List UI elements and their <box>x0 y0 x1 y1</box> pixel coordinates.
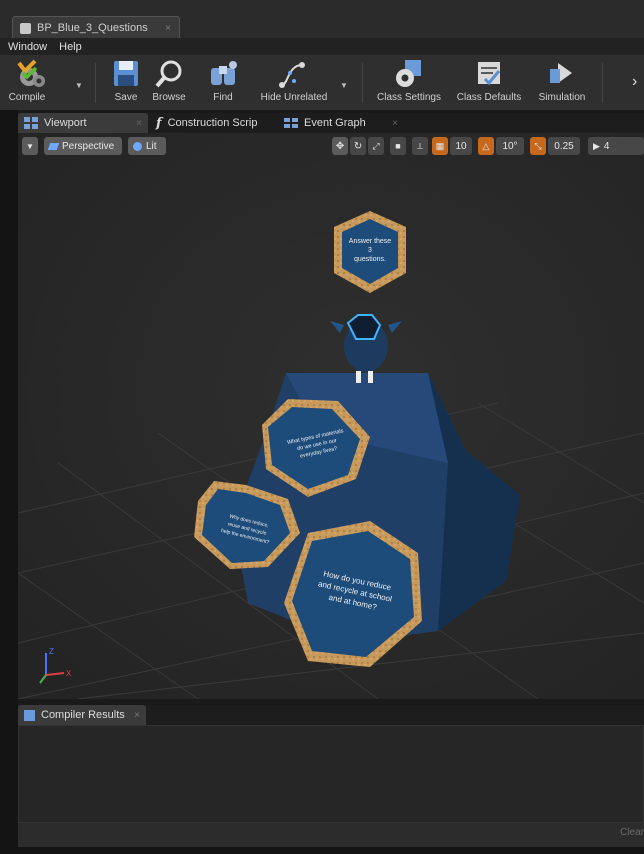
window-bottom-border <box>0 847 644 854</box>
tab-viewport[interactable]: Viewport × <box>18 113 148 133</box>
scale-mode-button[interactable]: ⤢ <box>368 137 384 155</box>
save-button[interactable]: Save <box>108 59 144 109</box>
coordinate-space-button[interactable]: ■ <box>390 137 406 155</box>
close-tab-icon[interactable]: × <box>392 118 398 129</box>
camera-speed-value: 4 <box>603 140 610 152</box>
grid-snap-toggle[interactable]: ▦ <box>432 137 448 155</box>
lit-sphere-icon <box>133 141 142 151</box>
sign-top-line: Answer these <box>348 238 392 245</box>
blueprint-toolbar: Compile ▼ Save Browse Find Hide Unrelate… <box>0 55 644 111</box>
toolbar-separator <box>602 63 603 103</box>
save-label: Save <box>114 92 138 103</box>
blueprint-icon <box>20 22 31 34</box>
lit-label: Lit <box>146 140 157 152</box>
viewport-icon <box>24 117 38 129</box>
grid-icon: ▦ <box>435 140 445 151</box>
axis-z-label: Z <box>49 647 54 656</box>
class-defaults-label: Class Defaults <box>456 92 522 103</box>
perspective-label: Perspective <box>62 140 115 152</box>
menu-bar: Window Help <box>0 38 644 55</box>
compile-icon <box>17 59 45 87</box>
move-icon: ✥ <box>335 140 345 152</box>
hide-unrelated-dropdown[interactable]: ▼ <box>340 81 348 90</box>
toolbar-separator <box>362 63 363 103</box>
angle-icon: △ <box>482 140 490 151</box>
viewport-options-dropdown[interactable]: ▼ <box>22 137 38 155</box>
save-icon <box>114 61 138 86</box>
class-settings-label: Class Settings <box>377 92 441 103</box>
perspective-button[interactable]: Perspective <box>44 137 122 155</box>
hide-unrelated-button[interactable]: Hide Unrelated <box>256 59 332 109</box>
axis-x-label: X <box>66 669 72 678</box>
tab-event-graph-label: Event Graph <box>304 117 366 129</box>
class-defaults-icon <box>478 62 501 86</box>
scale-snap-icon: ⤡ <box>534 140 542 151</box>
compiler-results-icon <box>24 709 35 721</box>
toolbar-overflow-icon[interactable]: › <box>632 73 637 91</box>
perspective-icon <box>47 142 60 150</box>
simulation-label: Simulation <box>538 92 586 103</box>
blueprint-document-tab[interactable]: BP_Blue_3_Questions × <box>12 16 180 39</box>
sign-top-text: Answer these 3 questions. <box>344 237 396 264</box>
grid-size-dropdown[interactable]: 10 <box>450 137 472 155</box>
find-label: Find <box>213 92 233 103</box>
lit-button[interactable]: Lit <box>128 137 166 155</box>
compiler-results-footer: Clear <box>18 823 644 847</box>
compiler-results-label: Compiler Results <box>41 709 125 721</box>
close-tab-icon[interactable]: × <box>136 118 142 129</box>
close-tab-icon[interactable]: × <box>165 23 171 34</box>
sign-top-line: 3 <box>368 247 372 254</box>
compile-label: Compile <box>8 92 46 103</box>
blueprint-tab-title: BP_Blue_3_Questions <box>37 22 148 34</box>
menu-help[interactable]: Help <box>59 41 82 53</box>
compile-options-dropdown[interactable]: ▼ <box>75 81 83 90</box>
class-settings-gear-icon <box>396 60 421 87</box>
rotation-snap-toggle[interactable]: △ <box>478 137 494 155</box>
browse-button[interactable]: Browse <box>148 59 190 109</box>
viewport-toolbar: ▼ Perspective Lit ✥ ↻ ⤢ ■ ⟂ ▦ 10 △ 10° ⤡… <box>18 137 644 157</box>
camera-speed-button[interactable]: ▶ 4 <box>588 137 644 155</box>
simulation-button[interactable]: Simulation <box>534 59 590 109</box>
class-defaults-button[interactable]: Class Defaults <box>454 59 524 109</box>
translate-mode-button[interactable]: ✥ <box>332 137 348 155</box>
tab-event-graph[interactable]: Event Graph × <box>280 113 404 133</box>
close-tab-icon[interactable]: × <box>134 710 140 721</box>
compile-button[interactable]: Compile <box>6 59 58 109</box>
sign-top-line: questions. <box>354 256 386 263</box>
viewport-3d[interactable]: Answer these 3 questions. What types of … <box>18 133 644 699</box>
browse-magnifier-icon <box>155 60 182 88</box>
rotate-mode-button[interactable]: ↻ <box>350 137 366 155</box>
browse-label: Browse <box>152 92 186 103</box>
surface-snap-icon: ⟂ <box>417 140 424 151</box>
scale-snap-toggle[interactable]: ⤡ <box>530 137 546 155</box>
tab-compiler-results[interactable]: Compiler Results × <box>18 705 146 725</box>
tab-construction-label: Construction Scrip <box>167 117 258 129</box>
tab-viewport-label: Viewport <box>44 117 87 129</box>
function-icon: f <box>156 115 162 131</box>
camera-icon: ▶ <box>593 140 600 151</box>
compiler-results-log[interactable] <box>18 725 644 823</box>
class-settings-button[interactable]: Class Settings <box>373 59 445 109</box>
event-graph-icon <box>284 118 298 128</box>
rotate-icon: ↻ <box>353 140 363 152</box>
toolbar-separator <box>95 63 96 103</box>
tab-construction-script[interactable]: f Construction Scrip <box>152 113 274 133</box>
hide-unrelated-icon <box>279 62 305 88</box>
scale-snap-dropdown[interactable]: 0.25 <box>548 137 580 155</box>
find-button[interactable]: Find <box>205 59 241 109</box>
find-binoculars-icon <box>211 61 237 85</box>
menu-window[interactable]: Window <box>8 41 47 53</box>
world-icon: ■ <box>395 141 401 151</box>
rotation-snap-dropdown[interactable]: 10° <box>496 137 524 155</box>
compiler-results-tabbar: Compiler Results × <box>18 705 644 725</box>
surface-snap-button[interactable]: ⟂ <box>412 137 428 155</box>
hide-unrelated-label: Hide Unrelated <box>260 92 328 103</box>
simulation-icon <box>550 63 572 83</box>
scale-icon: ⤢ <box>372 140 380 151</box>
window-left-border <box>0 110 18 854</box>
viewport-scene <box>18 133 644 699</box>
editor-tab-bar: Viewport × f Construction Scrip Event Gr… <box>18 113 644 133</box>
clear-button[interactable]: Clear <box>620 827 644 838</box>
